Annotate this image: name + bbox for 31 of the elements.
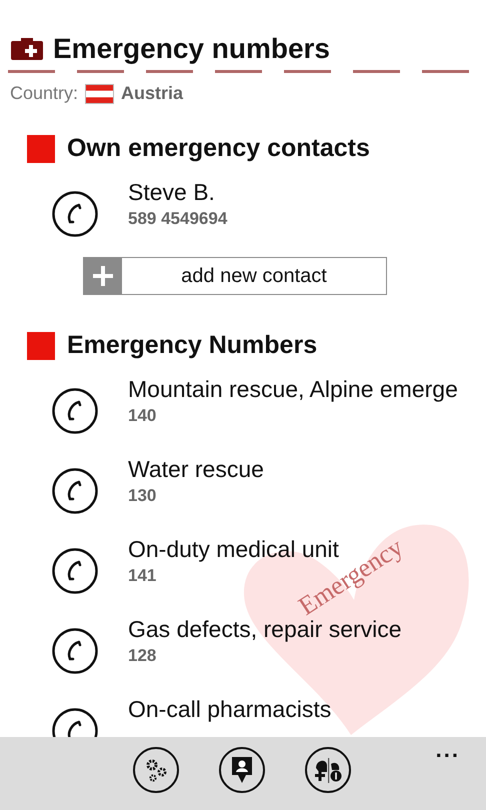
phone-number: 140 xyxy=(128,406,158,426)
first-aid-kit-icon xyxy=(11,38,43,60)
gears-icon xyxy=(144,757,168,783)
phone-number: 589 4549694 xyxy=(128,209,228,229)
flag-icon xyxy=(85,84,114,104)
contact-name[interactable]: Steve B. xyxy=(128,177,228,207)
phone-icon[interactable] xyxy=(52,548,98,594)
more-menu-button[interactable]: ... xyxy=(436,737,460,763)
phone-number: 141 xyxy=(128,566,158,586)
phone-icon[interactable] xyxy=(52,191,98,237)
contact-pin-button[interactable] xyxy=(219,747,265,793)
add-contact-button[interactable]: add new contact xyxy=(83,257,387,295)
phone-number: 130 xyxy=(128,486,158,506)
plus-icon xyxy=(84,258,122,294)
country-name[interactable]: Austria xyxy=(121,83,184,104)
services-button[interactable] xyxy=(305,747,351,793)
contact-name[interactable]: Mountain rescue, Alpine emerge xyxy=(128,374,458,404)
phone-icon[interactable] xyxy=(52,628,98,674)
settings-button[interactable] xyxy=(133,747,179,793)
contact-name[interactable]: Gas defects, repair service xyxy=(128,614,402,644)
phone-icon[interactable] xyxy=(52,388,98,434)
phone-number: 128 xyxy=(128,646,158,666)
contact-name[interactable]: Water rescue xyxy=(128,454,264,484)
section-title: Own emergency contacts xyxy=(67,134,370,163)
services-icon xyxy=(313,756,343,784)
contact-name[interactable]: On-call pharmacists xyxy=(128,694,332,724)
app-title: Emergency numbers xyxy=(53,32,330,66)
contact-pin-icon xyxy=(231,756,253,784)
section-title: Emergency Numbers xyxy=(67,331,318,360)
country-label: Country: xyxy=(10,83,78,104)
phone-icon[interactable] xyxy=(52,468,98,514)
